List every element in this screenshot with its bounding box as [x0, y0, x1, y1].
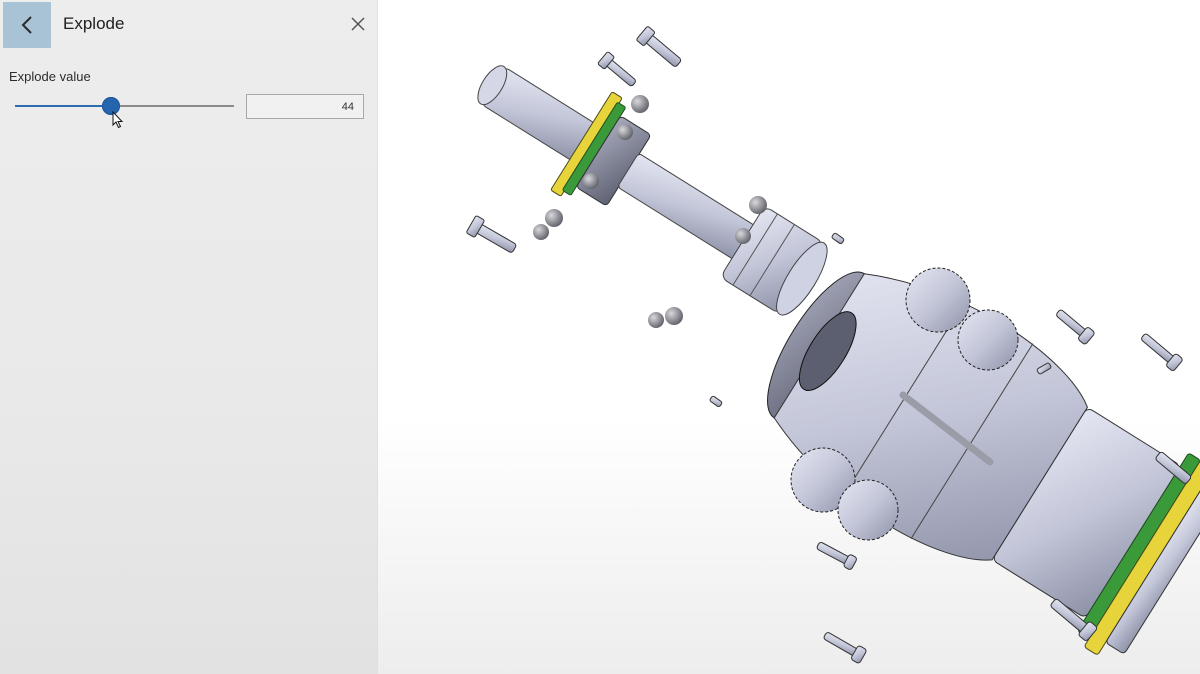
- explode-panel: Explode Explode value 44: [0, 0, 378, 674]
- exploded-assembly-model: [466, 26, 1200, 664]
- explode-value-slider[interactable]: [15, 96, 234, 116]
- mouse-cursor-icon: [112, 111, 124, 129]
- back-button[interactable]: [3, 2, 51, 48]
- explode-value-input[interactable]: 44: [246, 94, 364, 119]
- model-viewport[interactable]: [378, 0, 1200, 674]
- panel-title: Explode: [63, 14, 125, 33]
- chevron-left-icon: [21, 16, 32, 34]
- close-icon: [351, 17, 365, 31]
- slider-fill: [15, 105, 111, 107]
- input-shaft-group: [477, 65, 828, 328]
- close-button[interactable]: [347, 13, 369, 35]
- explode-value-label: Explode value: [9, 69, 91, 84]
